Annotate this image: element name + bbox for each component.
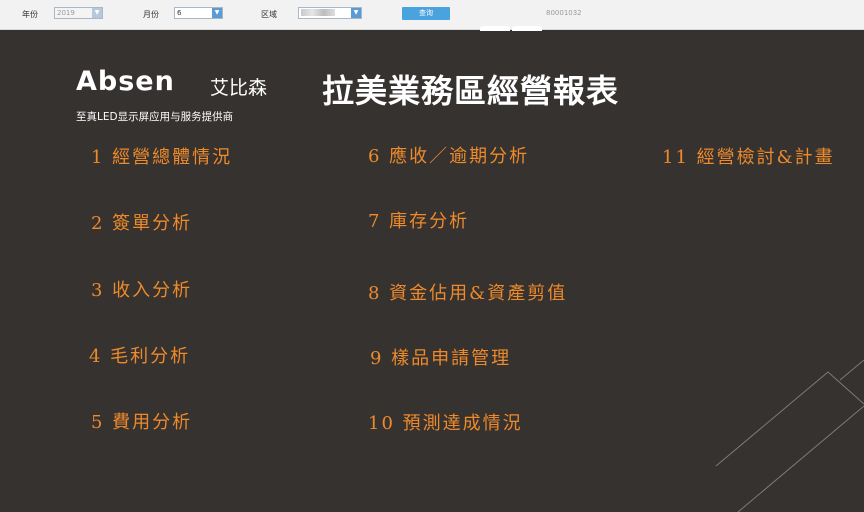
deco-line-inner — [737, 405, 864, 512]
decorative-lines — [715, 359, 864, 512]
deco-line-small — [839, 359, 864, 381]
deco-line-large — [715, 371, 864, 467]
